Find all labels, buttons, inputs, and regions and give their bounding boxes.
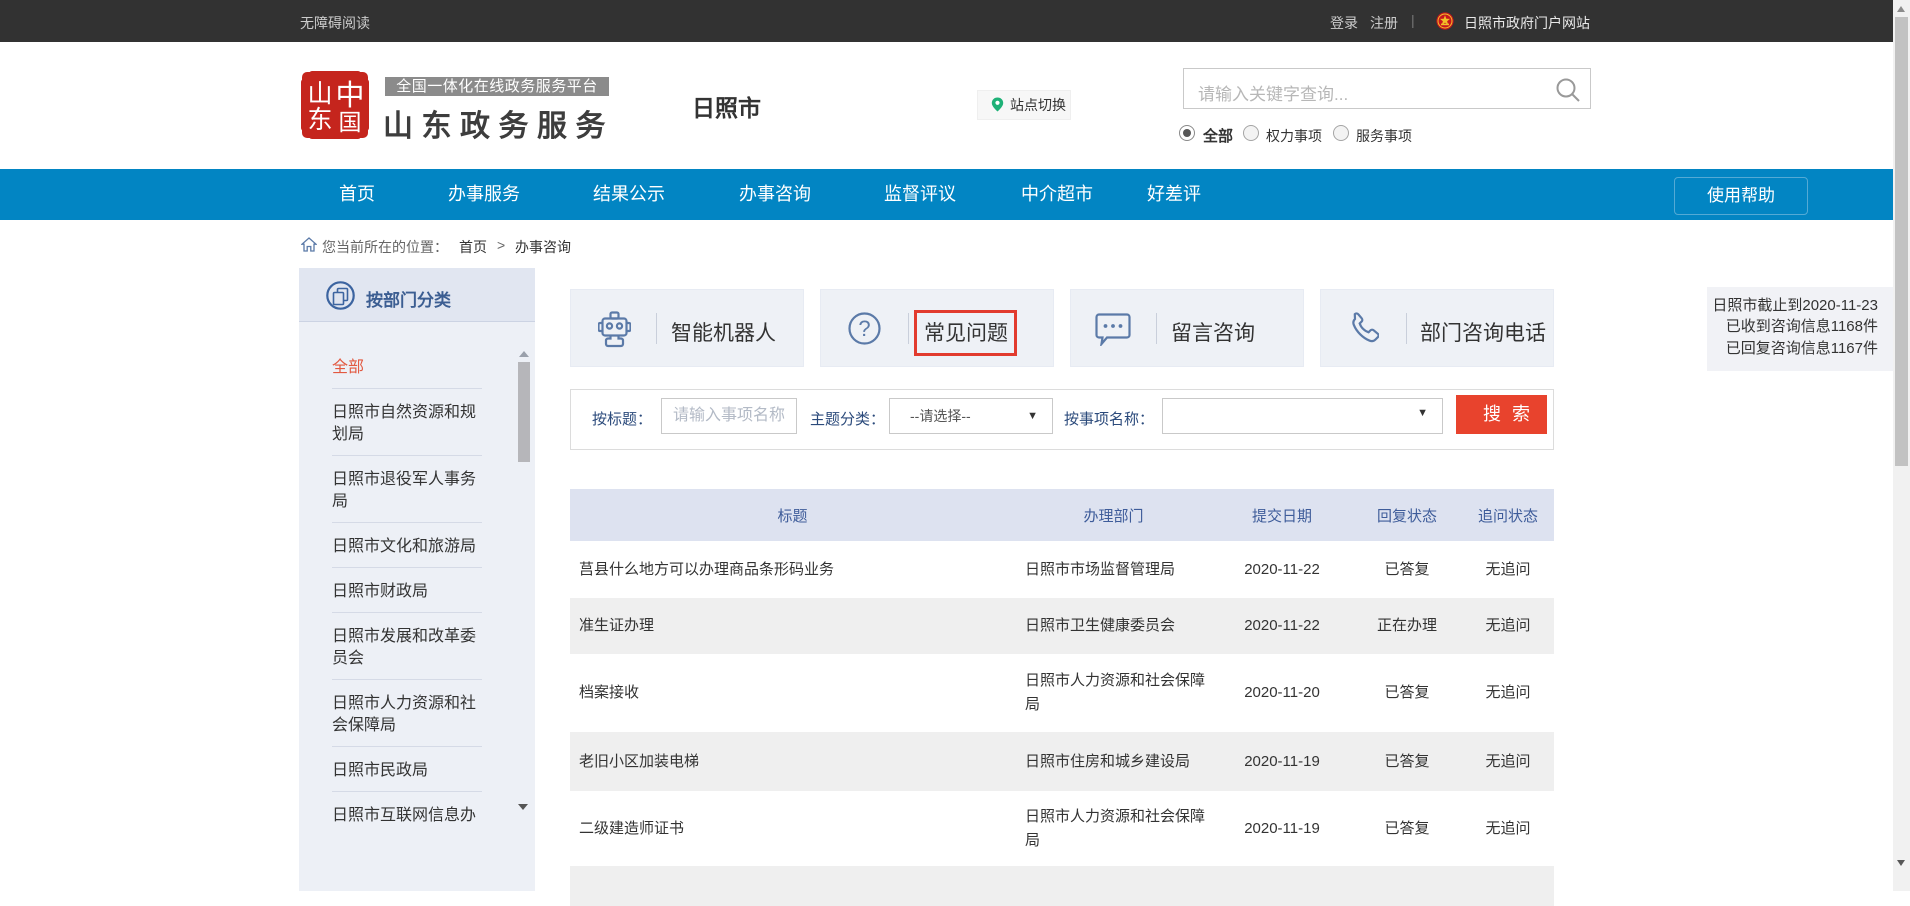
svg-text:中: 中 — [335, 79, 364, 112]
svg-text:国: 国 — [339, 109, 362, 135]
svg-text:山: 山 — [307, 80, 332, 108]
svg-text:?: ? — [858, 316, 870, 341]
svg-text:东: 东 — [307, 106, 332, 134]
